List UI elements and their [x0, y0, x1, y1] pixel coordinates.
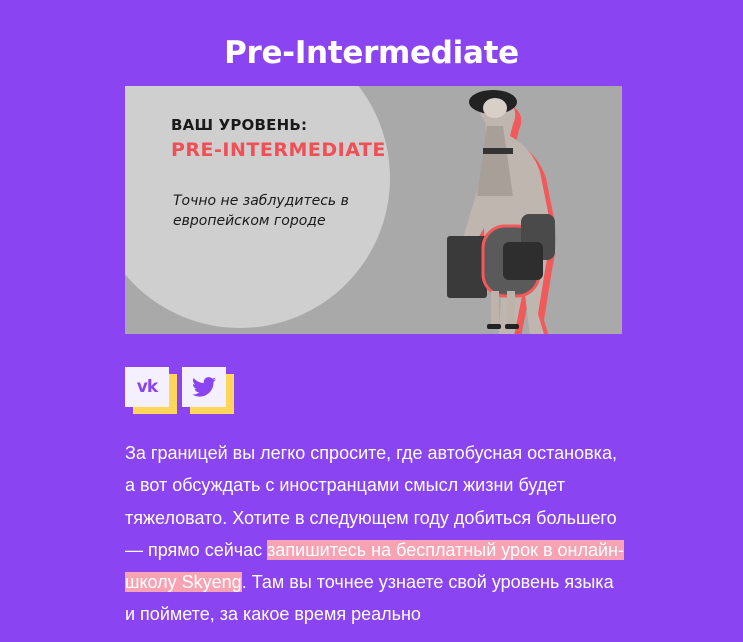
- banner-tagline: Точно не заблудитесь в европейском город…: [173, 193, 349, 229]
- vk-share-face[interactable]: vk: [125, 367, 169, 407]
- vk-share-button[interactable]: vk: [125, 367, 177, 414]
- banner-heading: ВАШ УРОВЕНЬ:: [171, 116, 308, 134]
- traveler-woman-illustration: [447, 90, 556, 334]
- article-paragraph: За границей вы легко спросите, где автоб…: [125, 437, 625, 631]
- twitter-share-face[interactable]: [182, 367, 226, 407]
- twitter-icon: [192, 377, 216, 397]
- twitter-share-button[interactable]: [182, 367, 234, 414]
- level-banner-image: ВАШ УРОВЕНЬ: PRE-INTERMEDIATE Точно не з…: [125, 86, 622, 334]
- page-title: Pre-Intermediate: [224, 34, 519, 71]
- banner-level: PRE-INTERMEDIATE: [171, 139, 386, 161]
- vk-icon: vk: [136, 377, 158, 397]
